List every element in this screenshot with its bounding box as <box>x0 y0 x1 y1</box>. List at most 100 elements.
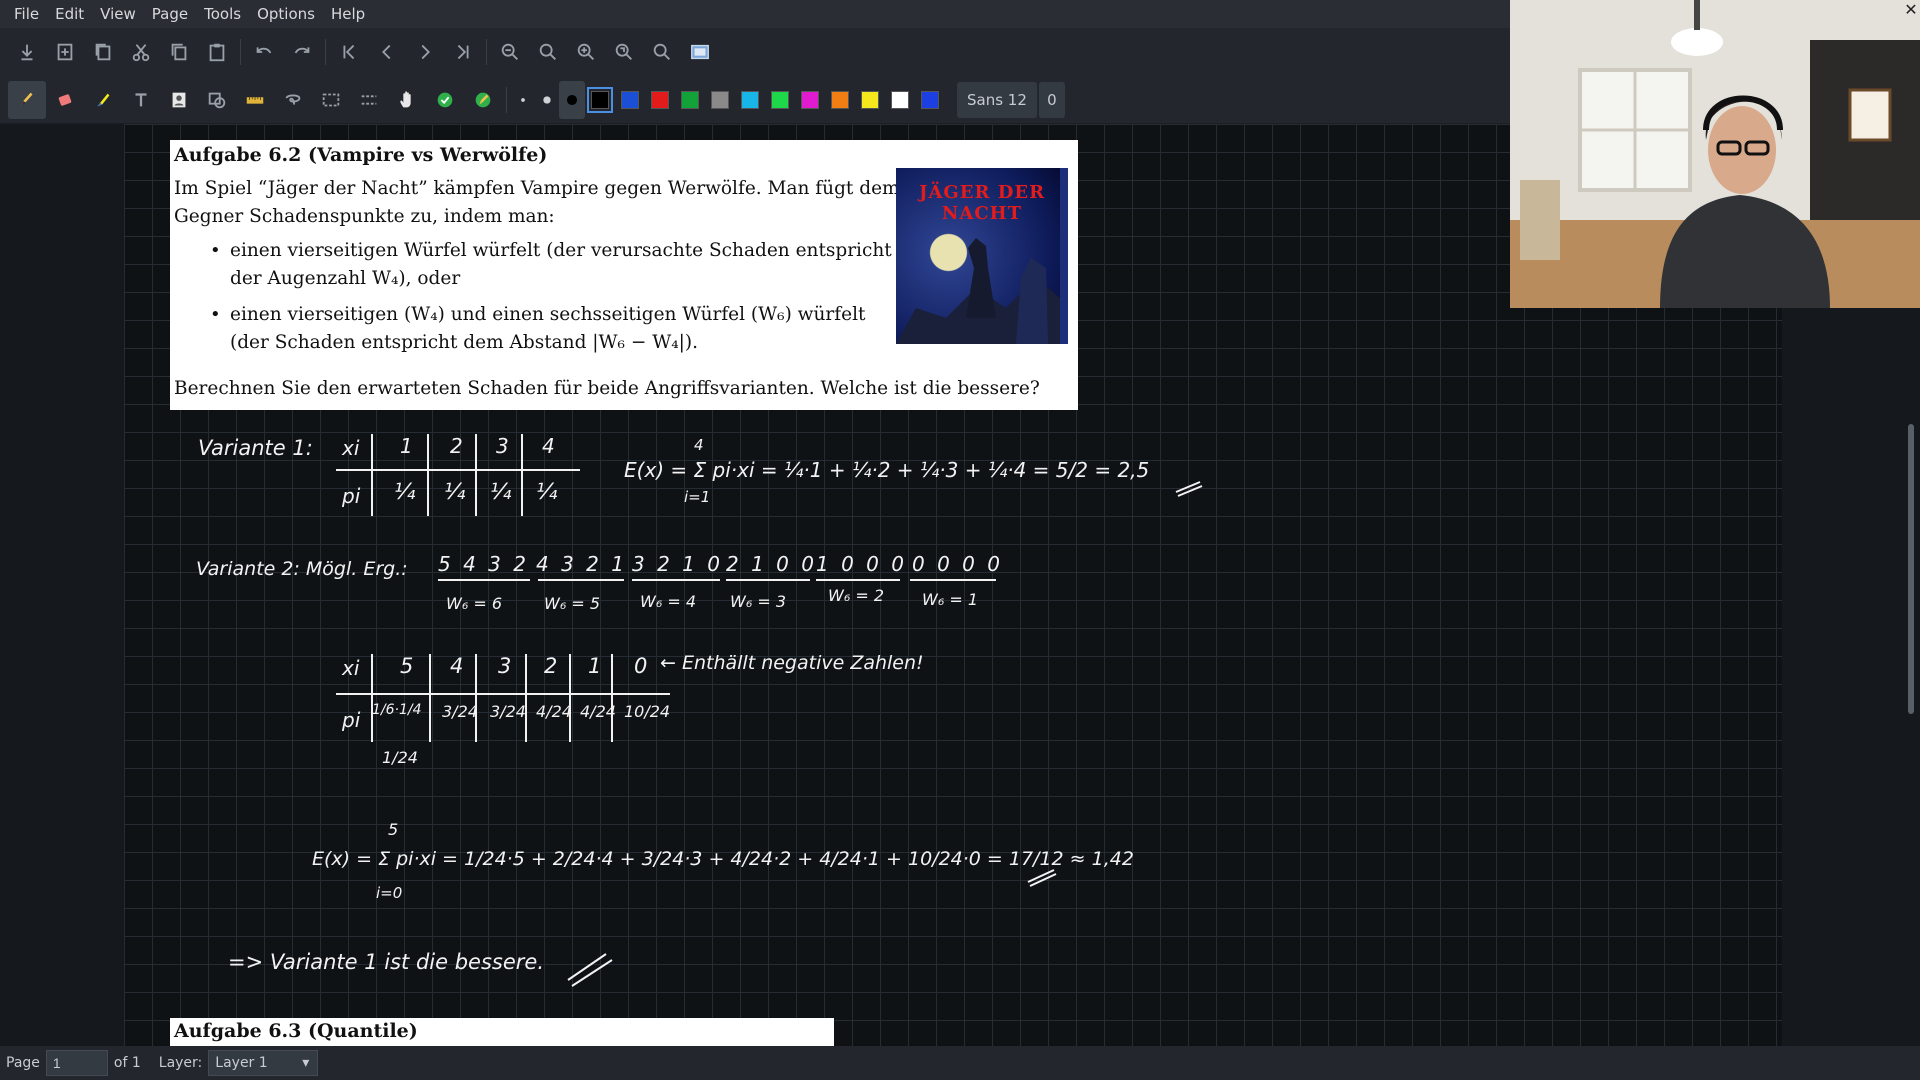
tools-toolbar: Sans 12 0 <box>0 76 1510 124</box>
text-icon[interactable] <box>122 81 160 119</box>
save-icon[interactable] <box>8 33 46 71</box>
menu-tools[interactable]: Tools <box>196 5 249 23</box>
zoom-fit-icon[interactable] <box>529 33 567 71</box>
pen-icon[interactable] <box>8 80 46 119</box>
ruler-icon[interactable] <box>236 81 274 119</box>
v2-xi-label: xi <box>342 656 360 680</box>
toolbar-separator <box>506 86 507 113</box>
paste-icon[interactable] <box>198 33 236 71</box>
menu-bar: File Edit View Page Tools Options Help <box>0 0 1510 28</box>
color-custom[interactable] <box>921 90 939 109</box>
next-exercise-sheet: Aufgabe 6.3 (Quantile) <box>170 1018 834 1046</box>
color-green[interactable] <box>681 90 699 109</box>
color-black[interactable] <box>587 86 613 113</box>
menu-page[interactable]: Page <box>144 5 196 23</box>
bullet1-line1: einen vierseitigen Würfel würfelt (der v… <box>230 240 892 261</box>
v2-expectation: E(x) = Σ pi·xi = 1/24·5 + 2/24·4 + 3/24·… <box>312 848 1134 870</box>
double-underline-mark <box>1175 481 1203 497</box>
menu-options[interactable]: Options <box>249 5 323 23</box>
v2-p4: 3/24 <box>442 702 478 721</box>
medium-stroke-icon[interactable] <box>535 81 559 119</box>
webcam-video <box>1510 0 1920 308</box>
hand-icon[interactable] <box>388 81 426 119</box>
color-white[interactable] <box>891 90 909 109</box>
exercise-question: Berechnen Sie den erwarteten Schaden für… <box>174 378 1040 399</box>
font-extra-button[interactable]: 0 <box>1038 81 1065 118</box>
v2-group-6: 0 0 0 0 <box>912 552 1003 576</box>
v2-group-label-2: W₆ = 5 <box>544 594 600 613</box>
color-magenta[interactable] <box>801 90 819 109</box>
color-red[interactable] <box>651 90 669 109</box>
v1-x3: 3 <box>496 434 509 458</box>
v1-x2: 2 <box>450 434 463 458</box>
color-gray[interactable] <box>711 90 729 109</box>
cut-icon[interactable] <box>122 33 160 71</box>
layer-select[interactable]: Layer 1 ▾ <box>208 1050 319 1076</box>
copy-page-icon[interactable] <box>84 33 122 71</box>
last-page-icon[interactable] <box>444 33 482 71</box>
zoom-100-icon[interactable] <box>605 33 643 71</box>
fullscreen-icon[interactable] <box>681 33 719 71</box>
lasso-icon[interactable] <box>274 81 312 119</box>
v1-expectation: E(x) = Σ pi·xi = ¼·1 + ¼·2 + ¼·3 + ¼·4 =… <box>624 458 1150 482</box>
v1-p1: ¼ <box>394 480 416 505</box>
v2-x2: 2 <box>544 654 558 678</box>
next-page-icon[interactable] <box>406 33 444 71</box>
v2-p1: 4/24 <box>580 702 616 721</box>
v2-group-4: 2 1 0 0 <box>726 552 817 576</box>
undo-icon[interactable] <box>245 33 283 71</box>
v2-group-label-4: W₆ = 3 <box>730 592 786 611</box>
thick-stroke-icon[interactable] <box>559 80 585 119</box>
bullet-icon: • <box>210 304 221 325</box>
eraser-icon[interactable] <box>46 81 84 119</box>
font-button[interactable]: Sans 12 <box>957 81 1037 118</box>
chevron-down-icon: ▾ <box>302 1055 310 1071</box>
menu-help[interactable]: Help <box>323 5 373 23</box>
shape-icon[interactable] <box>198 81 236 119</box>
zoom-in-icon[interactable] <box>567 33 605 71</box>
v2-x1: 1 <box>588 654 602 678</box>
shape-recognizer-icon[interactable] <box>426 81 464 119</box>
redo-icon[interactable] <box>283 33 321 71</box>
v2-x4: 4 <box>450 654 464 678</box>
color-yellow[interactable] <box>861 90 879 109</box>
menu-view[interactable]: View <box>92 5 144 23</box>
first-page-icon[interactable] <box>330 33 368 71</box>
v2-p3: 3/24 <box>490 702 526 721</box>
zoom-icon[interactable] <box>643 33 681 71</box>
menu-file[interactable]: File <box>6 5 47 23</box>
bullet1-line2: der Augenzahl W₄), oder <box>230 268 461 289</box>
thin-stroke-icon[interactable] <box>511 81 535 119</box>
close-icon[interactable]: ✕ <box>1902 0 1920 19</box>
rect-select-icon[interactable] <box>312 81 350 119</box>
toolbar-separator <box>240 39 241 65</box>
color-blue[interactable] <box>621 90 639 109</box>
highlighter-icon[interactable] <box>84 81 122 119</box>
page-total-label: of 1 <box>113 1055 141 1071</box>
layer-select-value: Layer 1 <box>215 1055 268 1071</box>
new-page-icon[interactable] <box>46 33 84 71</box>
variant1-label: Variante 1: <box>198 436 313 460</box>
v1-sum-top: 4 <box>694 436 704 454</box>
zoom-out-icon[interactable] <box>491 33 529 71</box>
double-underline-mark <box>1027 869 1057 887</box>
prev-page-icon[interactable] <box>368 33 406 71</box>
bullet2-line1: einen vierseitigen (W₄) und einen sechss… <box>230 304 866 325</box>
v2-p2: 4/24 <box>536 702 572 721</box>
vertical-space-icon[interactable] <box>350 81 388 119</box>
v1-xi-label: xi <box>342 436 360 460</box>
v2-group-underlines <box>438 579 996 581</box>
copy-icon[interactable] <box>160 33 198 71</box>
color-orange[interactable] <box>831 90 849 109</box>
werewolf-illustration <box>896 238 1060 344</box>
color-light-blue[interactable] <box>741 90 759 109</box>
toolbar-separator <box>486 39 487 65</box>
v2-group-label-6: W₆ = 1 <box>922 590 978 609</box>
menu-edit[interactable]: Edit <box>47 5 92 23</box>
default-tool-icon[interactable] <box>464 81 502 119</box>
page-number-input[interactable] <box>45 1050 108 1076</box>
vertical-scrollbar[interactable] <box>1908 424 1914 714</box>
color-light-green[interactable] <box>771 90 789 109</box>
image-icon[interactable] <box>160 81 198 119</box>
v1-x4: 4 <box>542 434 555 458</box>
